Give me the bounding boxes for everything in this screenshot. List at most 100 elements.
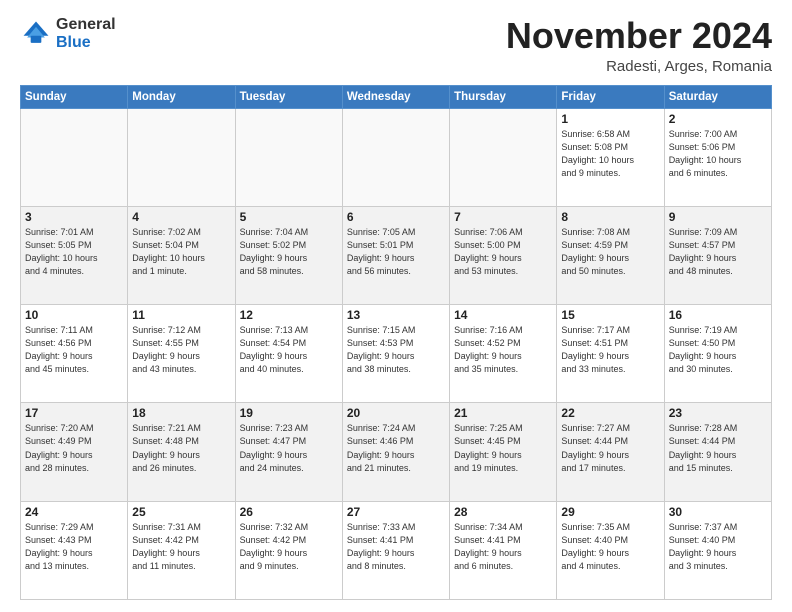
calendar-week-row: 1Sunrise: 6:58 AM Sunset: 5:08 PM Daylig… <box>21 108 772 206</box>
day-number: 27 <box>347 505 445 519</box>
table-row <box>21 108 128 206</box>
calendar-table: Sunday Monday Tuesday Wednesday Thursday… <box>20 85 772 600</box>
table-row <box>235 108 342 206</box>
col-friday: Friday <box>557 85 664 108</box>
table-row: 18 Sunrise: 7:21 AM Sunset: 4:48 PM Dayli… <box>128 403 235 501</box>
day-info: Sunrise: 7:13 AM Sunset: 4:54 PM Dayligh… <box>240 324 338 376</box>
day-number: 18 <box>132 406 230 420</box>
logo-text: General Blue <box>56 16 116 51</box>
table-row: 16 Sunrise: 7:19 AM Sunset: 4:50 PM Dayli… <box>664 305 771 403</box>
table-row: 11 Sunrise: 7:12 AM Sunset: 4:55 PM Dayli… <box>128 305 235 403</box>
day-number: 11 <box>132 308 230 322</box>
table-row: 14 Sunrise: 7:16 AM Sunset: 4:52 PM Dayli… <box>450 305 557 403</box>
logo-general: General <box>56 16 116 34</box>
table-row: 6Sunrise: 7:05 AM Sunset: 5:01 PM Daylig… <box>342 206 449 304</box>
logo-blue: Blue <box>56 34 116 52</box>
day-number: 25 <box>132 505 230 519</box>
table-row <box>128 108 235 206</box>
calendar-week-row: 24 Sunrise: 7:29 AM Sunset: 4:43 PM Dayli… <box>21 501 772 599</box>
day-info: Sunrise: 7:23 AM Sunset: 4:47 PM Dayligh… <box>240 422 338 474</box>
day-number: 13 <box>347 308 445 322</box>
day-number: 24 <box>25 505 123 519</box>
day-info: Sunrise: 7:17 AM Sunset: 4:51 PM Dayligh… <box>561 324 659 376</box>
page: General Blue November 2024 Radesti, Arge… <box>0 0 792 612</box>
month-title: November 2024 <box>506 16 772 56</box>
day-number: 26 <box>240 505 338 519</box>
table-row: 29Sunrise: 7:35 AM Sunset: 4:40 PM Dayli… <box>557 501 664 599</box>
col-thursday: Thursday <box>450 85 557 108</box>
table-row: 3 Sunrise: 7:01 AM Sunset: 5:05 PM Daylig… <box>21 206 128 304</box>
day-number: 17 <box>25 406 123 420</box>
table-row: 28Sunrise: 7:34 AM Sunset: 4:41 PM Dayli… <box>450 501 557 599</box>
table-row <box>342 108 449 206</box>
calendar-week-row: 17 Sunrise: 7:20 AM Sunset: 4:49 PM Dayli… <box>21 403 772 501</box>
day-info: Sunrise: 7:25 AM Sunset: 4:45 PM Dayligh… <box>454 422 552 474</box>
col-saturday: Saturday <box>664 85 771 108</box>
table-row: 30Sunrise: 7:37 AM Sunset: 4:40 PM Dayli… <box>664 501 771 599</box>
day-info: Sunrise: 7:34 AM Sunset: 4:41 PM Dayligh… <box>454 521 552 573</box>
day-number: 10 <box>25 308 123 322</box>
day-number: 8 <box>561 210 659 224</box>
table-row: 20 Sunrise: 7:24 AM Sunset: 4:46 PM Dayli… <box>342 403 449 501</box>
day-number: 16 <box>669 308 767 322</box>
col-monday: Monday <box>128 85 235 108</box>
table-row: 17 Sunrise: 7:20 AM Sunset: 4:49 PM Dayli… <box>21 403 128 501</box>
day-info: Sunrise: 7:19 AM Sunset: 4:50 PM Dayligh… <box>669 324 767 376</box>
day-info: Sunrise: 7:05 AM Sunset: 5:01 PM Dayligh… <box>347 226 445 278</box>
table-row: 19 Sunrise: 7:23 AM Sunset: 4:47 PM Dayli… <box>235 403 342 501</box>
calendar-header-row: Sunday Monday Tuesday Wednesday Thursday… <box>21 85 772 108</box>
day-number: 21 <box>454 406 552 420</box>
day-info: Sunrise: 7:12 AM Sunset: 4:55 PM Dayligh… <box>132 324 230 376</box>
table-row: 1Sunrise: 6:58 AM Sunset: 5:08 PM Daylig… <box>557 108 664 206</box>
day-info: Sunrise: 7:15 AM Sunset: 4:53 PM Dayligh… <box>347 324 445 376</box>
day-number: 3 <box>25 210 123 224</box>
col-wednesday: Wednesday <box>342 85 449 108</box>
header: General Blue November 2024 Radesti, Arge… <box>20 16 772 75</box>
day-info: Sunrise: 7:29 AM Sunset: 4:43 PM Dayligh… <box>25 521 123 573</box>
day-number: 22 <box>561 406 659 420</box>
day-info: Sunrise: 7:06 AM Sunset: 5:00 PM Dayligh… <box>454 226 552 278</box>
day-info: Sunrise: 7:24 AM Sunset: 4:46 PM Dayligh… <box>347 422 445 474</box>
table-row: 8 Sunrise: 7:08 AM Sunset: 4:59 PM Daylig… <box>557 206 664 304</box>
table-row: 4Sunrise: 7:02 AM Sunset: 5:04 PM Daylig… <box>128 206 235 304</box>
day-info: Sunrise: 7:16 AM Sunset: 4:52 PM Dayligh… <box>454 324 552 376</box>
day-number: 5 <box>240 210 338 224</box>
day-info: Sunrise: 7:35 AM Sunset: 4:40 PM Dayligh… <box>561 521 659 573</box>
table-row: 10 Sunrise: 7:11 AM Sunset: 4:56 PM Dayli… <box>21 305 128 403</box>
day-info: Sunrise: 7:21 AM Sunset: 4:48 PM Dayligh… <box>132 422 230 474</box>
table-row: 27 Sunrise: 7:33 AM Sunset: 4:41 PM Dayli… <box>342 501 449 599</box>
table-row: 13 Sunrise: 7:15 AM Sunset: 4:53 PM Dayli… <box>342 305 449 403</box>
logo-icon <box>20 18 52 50</box>
col-sunday: Sunday <box>21 85 128 108</box>
calendar-week-row: 10 Sunrise: 7:11 AM Sunset: 4:56 PM Dayli… <box>21 305 772 403</box>
day-info: Sunrise: 7:11 AM Sunset: 4:56 PM Dayligh… <box>25 324 123 376</box>
table-row: 2Sunrise: 7:00 AM Sunset: 5:06 PM Daylig… <box>664 108 771 206</box>
day-info: Sunrise: 7:32 AM Sunset: 4:42 PM Dayligh… <box>240 521 338 573</box>
table-row: 22 Sunrise: 7:27 AM Sunset: 4:44 PM Dayli… <box>557 403 664 501</box>
day-info: Sunrise: 6:58 AM Sunset: 5:08 PM Dayligh… <box>561 128 659 180</box>
day-number: 19 <box>240 406 338 420</box>
day-info: Sunrise: 7:00 AM Sunset: 5:06 PM Dayligh… <box>669 128 767 180</box>
day-number: 12 <box>240 308 338 322</box>
day-info: Sunrise: 7:20 AM Sunset: 4:49 PM Dayligh… <box>25 422 123 474</box>
day-info: Sunrise: 7:37 AM Sunset: 4:40 PM Dayligh… <box>669 521 767 573</box>
day-number: 4 <box>132 210 230 224</box>
day-info: Sunrise: 7:33 AM Sunset: 4:41 PM Dayligh… <box>347 521 445 573</box>
title-block: November 2024 Radesti, Arges, Romania <box>506 16 772 75</box>
day-number: 20 <box>347 406 445 420</box>
col-tuesday: Tuesday <box>235 85 342 108</box>
day-number: 14 <box>454 308 552 322</box>
table-row: 15 Sunrise: 7:17 AM Sunset: 4:51 PM Dayli… <box>557 305 664 403</box>
table-row: 24 Sunrise: 7:29 AM Sunset: 4:43 PM Dayli… <box>21 501 128 599</box>
day-info: Sunrise: 7:28 AM Sunset: 4:44 PM Dayligh… <box>669 422 767 474</box>
day-info: Sunrise: 7:09 AM Sunset: 4:57 PM Dayligh… <box>669 226 767 278</box>
day-info: Sunrise: 7:27 AM Sunset: 4:44 PM Dayligh… <box>561 422 659 474</box>
location: Radesti, Arges, Romania <box>506 58 772 75</box>
day-info: Sunrise: 7:08 AM Sunset: 4:59 PM Dayligh… <box>561 226 659 278</box>
table-row: 9Sunrise: 7:09 AM Sunset: 4:57 PM Daylig… <box>664 206 771 304</box>
table-row: 7 Sunrise: 7:06 AM Sunset: 5:00 PM Daylig… <box>450 206 557 304</box>
day-info: Sunrise: 7:01 AM Sunset: 5:05 PM Dayligh… <box>25 226 123 278</box>
day-number: 7 <box>454 210 552 224</box>
table-row: 26 Sunrise: 7:32 AM Sunset: 4:42 PM Dayli… <box>235 501 342 599</box>
day-number: 15 <box>561 308 659 322</box>
